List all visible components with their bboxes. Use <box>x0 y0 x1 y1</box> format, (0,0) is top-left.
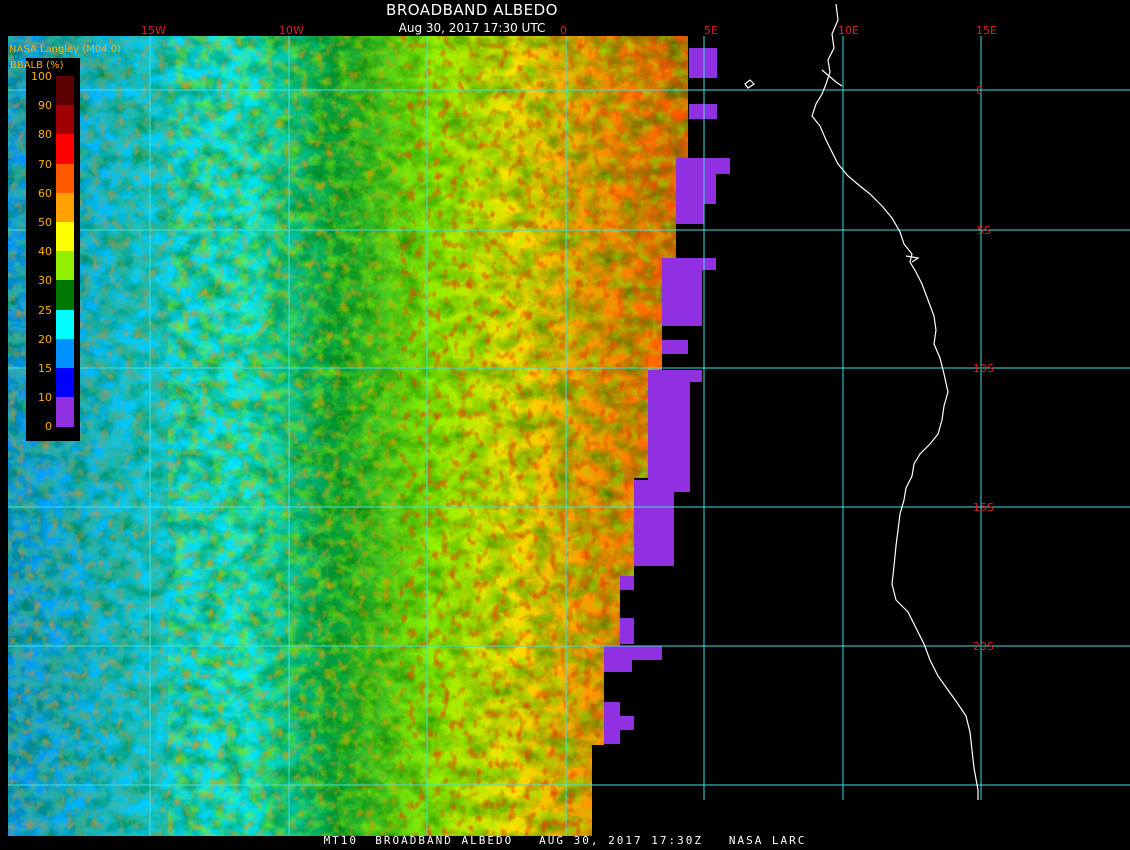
legend-tick-label: 90 <box>38 99 52 113</box>
legend-swatch <box>56 338 74 369</box>
legend-tick-label: 100 <box>31 70 52 83</box>
legend-swatch <box>56 192 74 223</box>
legend-tick-label: 25 <box>38 303 52 317</box>
map-datetime: Aug 30, 2017 17:30 UTC <box>398 21 546 35</box>
lat-label-20s: 20S <box>973 640 994 653</box>
legend-swatch <box>56 368 74 398</box>
legend-tick-label: 30 <box>38 274 52 288</box>
legend-swatch <box>56 76 74 106</box>
legend-swatch <box>56 251 74 282</box>
org-label: NASA Langley (M04.0) <box>9 44 121 55</box>
legend-tick-label: 20 <box>38 332 52 346</box>
lon-label-10w: 10W <box>279 24 304 37</box>
albedo-legend: BBALB (%) 100 90 80 70 60 50 40 30 25 20 15 10 0 <box>10 58 80 441</box>
lon-label-0: 0 <box>560 24 567 37</box>
legend-tick-label: 40 <box>38 245 52 259</box>
legend-tick-label: 15 <box>38 362 52 375</box>
lon-label-10e: 10E <box>838 24 859 37</box>
legend-swatch <box>56 397 74 428</box>
legend-swatch <box>56 309 74 340</box>
albedo-data-field <box>8 36 688 836</box>
legend-tick-label: 10 <box>38 391 52 405</box>
coastline <box>744 3 979 800</box>
legend-tick-label: 0 <box>45 420 52 434</box>
map-title: BROADBAND ALBEDO <box>386 1 558 19</box>
albedo-map-page: BROADBAND ALBEDO Aug 30, 2017 17:30 UTC … <box>0 0 1130 850</box>
legend-tick-label: 80 <box>38 128 52 142</box>
legend-swatch <box>56 163 74 194</box>
legend-swatch <box>56 105 74 136</box>
legend-tick-label: 70 <box>38 157 52 171</box>
lat-label-10s: 10S <box>973 362 994 375</box>
satellite-albedo-map <box>8 3 1130 836</box>
legend-tick-label: 50 <box>38 216 52 229</box>
legend-swatch <box>56 222 74 252</box>
legend-swatch <box>56 280 74 311</box>
lon-label-15e: 15E <box>976 24 997 37</box>
legend-tick-label: 60 <box>38 186 52 200</box>
footer-caption: MT10 BROADBAND ALBEDO AUG 30, 2017 17:30… <box>323 834 807 847</box>
lon-label-5e: 5E <box>704 24 718 37</box>
legend-swatch <box>56 134 74 165</box>
lat-label-0: 0 <box>976 84 983 97</box>
lat-label-5s: 5S <box>977 224 991 237</box>
lon-label-15w: 15W <box>141 24 166 37</box>
lat-label-15s: 15S <box>973 501 994 514</box>
